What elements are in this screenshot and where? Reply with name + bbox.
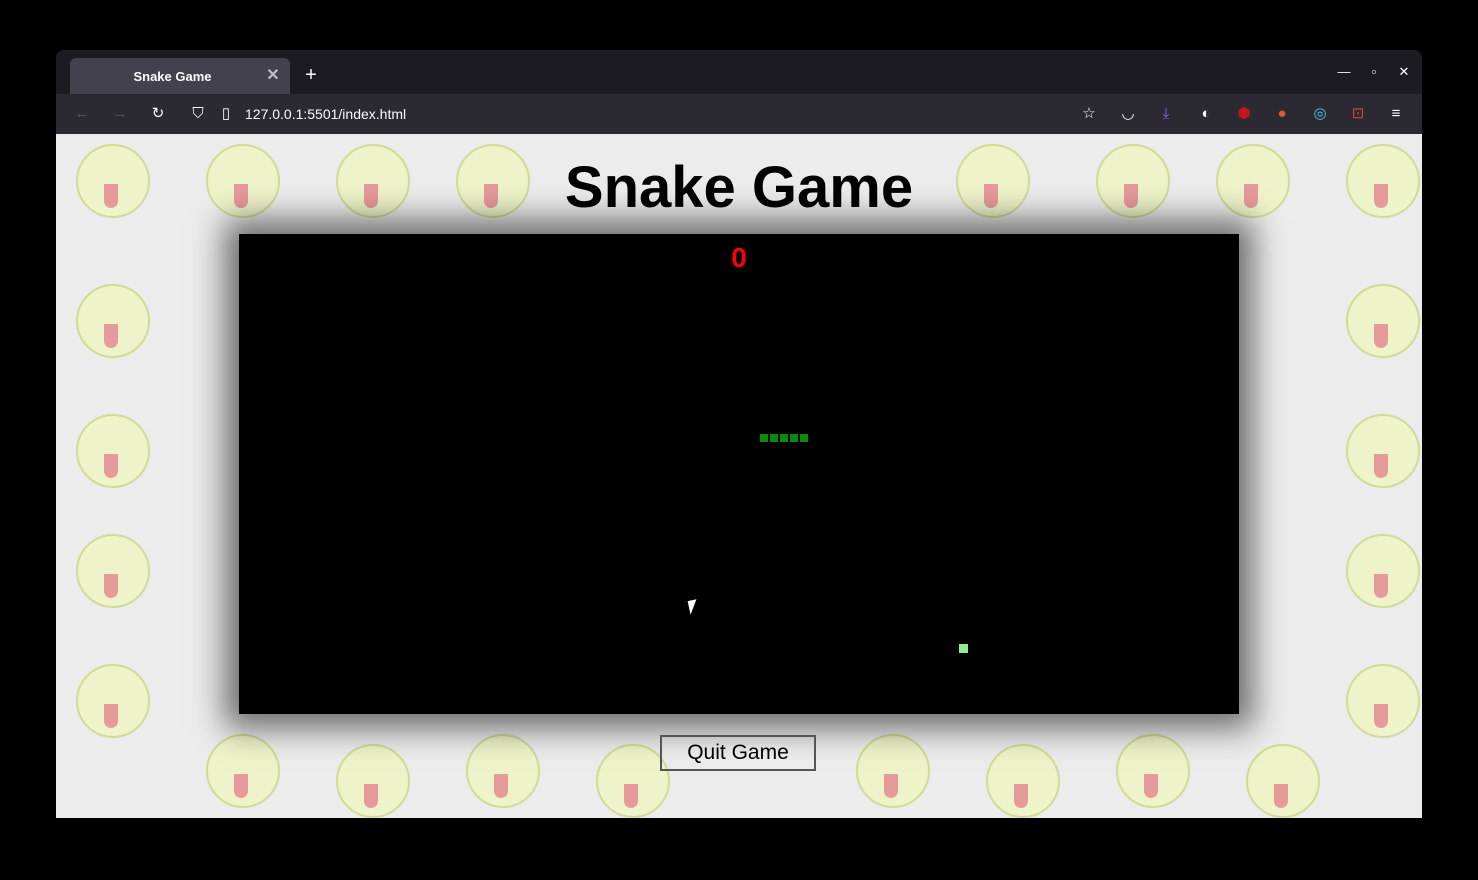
maximize-icon[interactable]: ▫	[1364, 62, 1384, 82]
bookmark-star-icon[interactable]: ☆	[1079, 104, 1099, 124]
snake-segment	[770, 434, 778, 442]
score-display: 0	[731, 242, 747, 273]
back-arrow-icon[interactable]: ←	[72, 104, 92, 124]
window-close-icon[interactable]: ✕	[1394, 62, 1414, 82]
ublock-icon[interactable]: ⬢	[1234, 104, 1254, 124]
reload-icon[interactable]: ↻	[148, 104, 168, 124]
quit-game-button[interactable]: Quit Game	[660, 735, 816, 771]
close-icon[interactable]: ✕	[264, 67, 282, 85]
color-picker-icon[interactable]: ◎	[1310, 104, 1330, 124]
page-title: Snake Game	[564, 155, 914, 220]
snake-segment	[800, 434, 808, 442]
mouse-cursor-icon	[687, 599, 700, 615]
snake-segment	[790, 434, 798, 442]
extension-icon[interactable]: ◐	[1196, 104, 1216, 124]
url-bar[interactable]: 127.0.0.1:5501/index.html	[245, 104, 406, 124]
browser-window: Snake Game ✕ + — ▫ ✕ ← → ↻ ⛉ ▯ 127.0.0.1…	[56, 50, 1422, 818]
plus-icon[interactable]: +	[300, 64, 322, 86]
pocket-icon[interactable]: ◡	[1118, 104, 1138, 124]
nav-toolbar: ← → ↻ ⛉ ▯ 127.0.0.1:5501/index.html ☆ ◡ …	[56, 94, 1422, 134]
forward-arrow-icon[interactable]: →	[110, 104, 130, 124]
game-board[interactable]: 0	[239, 234, 1239, 714]
shield-icon[interactable]: ⛉	[188, 104, 208, 124]
minimize-icon[interactable]: —	[1334, 62, 1354, 82]
duckduckgo-icon[interactable]: ●	[1272, 104, 1292, 124]
tab-title: Snake Game	[133, 68, 212, 84]
tab-bar: Snake Game ✕ + — ▫ ✕	[56, 50, 1422, 94]
tab-snake-game[interactable]: Snake Game ✕	[70, 58, 290, 94]
food-pellet	[959, 644, 968, 653]
hamburger-menu-icon[interactable]: ≡	[1386, 104, 1406, 124]
page-icon: ▯	[221, 105, 231, 122]
snake-segment	[780, 434, 788, 442]
download-icon[interactable]: ⤓	[1156, 104, 1176, 124]
screenshot-icon[interactable]: ⊡	[1348, 104, 1368, 124]
snake-segment	[760, 434, 768, 442]
page-content: Snake Game 0 Quit Game	[56, 134, 1422, 818]
